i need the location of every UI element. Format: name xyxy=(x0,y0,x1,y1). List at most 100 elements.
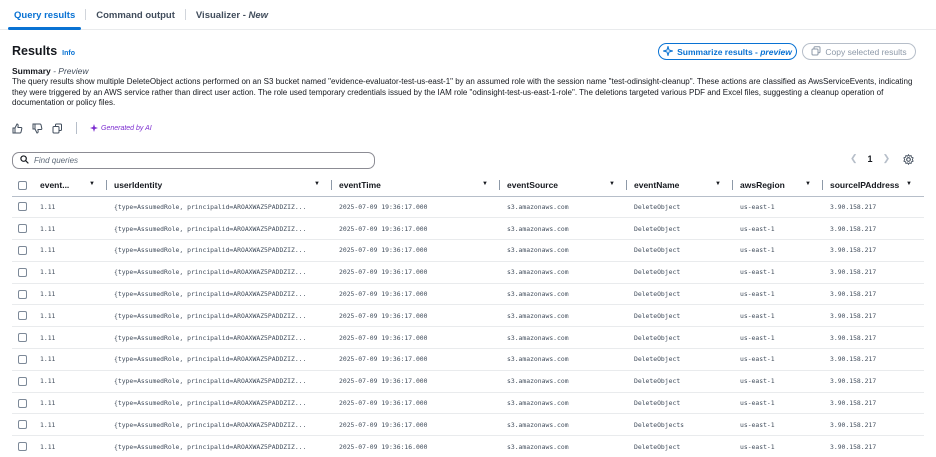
tab-label: Visualizer - xyxy=(195,9,246,21)
cell-eventname: DeleteObject xyxy=(627,283,733,306)
search-input[interactable] xyxy=(34,156,354,165)
row-checkbox[interactable] xyxy=(12,283,33,306)
ai-sparkle-icon xyxy=(90,124,98,132)
summary-text: The query results show multiple DeleteOb… xyxy=(12,77,913,107)
table-row[interactable]: 1.11 {type=AssumedRole, principalid=AROAX… xyxy=(12,370,924,393)
column-header-eventversion[interactable]: event... ▼ xyxy=(33,174,107,197)
cell-eventsource: s3.amazonaws.com xyxy=(500,370,627,393)
summarize-results-button[interactable]: Summarize results - preview xyxy=(658,43,797,60)
cell-eventsource: s3.amazonaws.com xyxy=(500,392,627,415)
thumbs-up-icon[interactable] xyxy=(12,122,23,134)
chevron-right-icon[interactable]: ❯ xyxy=(883,153,891,164)
row-checkbox[interactable] xyxy=(12,326,33,350)
cell-awsregion: us-east-1 xyxy=(733,283,823,306)
pagination: ❮ 1 ❯ xyxy=(850,153,890,164)
cell-useridentity: {type=AssumedRole, principalid=AROAXWAZ5… xyxy=(107,217,332,241)
tab-visualizer[interactable]: Visualizer - New xyxy=(186,0,278,30)
search-icon xyxy=(20,155,29,166)
gear-icon[interactable] xyxy=(903,153,914,167)
cell-eventsource: s3.amazonaws.com xyxy=(500,348,627,371)
cell-eventversion: 1.11 xyxy=(33,413,107,437)
cell-useridentity: {type=AssumedRole, principalid=AROAXWAZ5… xyxy=(107,326,332,350)
cell-sourceipaddress: 3.90.158.217 xyxy=(823,261,924,284)
page-number[interactable]: 1 xyxy=(868,154,873,164)
cell-useridentity: {type=AssumedRole, principalid=AROAXWAZ5… xyxy=(107,370,332,393)
cell-eventtime: 2025-07-09 19:36:17.000 xyxy=(332,326,500,350)
cell-eventversion: 1.11 xyxy=(33,326,107,350)
results-title: Results xyxy=(12,44,58,58)
cell-eventsource: s3.amazonaws.com xyxy=(500,326,627,350)
row-checkbox[interactable] xyxy=(12,435,33,457)
cell-useridentity: {type=AssumedRole, principalid=AROAXWAZ5… xyxy=(107,435,332,457)
cell-sourceipaddress: 3.90.158.217 xyxy=(823,304,924,328)
find-queries-search xyxy=(12,152,375,169)
cell-eventtime: 2025-07-09 19:36:17.000 xyxy=(332,392,500,415)
copy-selected-results-button[interactable]: Copy selected results xyxy=(802,43,916,60)
table-row[interactable]: 1.11 {type=AssumedRole, principalid=AROAX… xyxy=(12,435,924,457)
row-checkbox[interactable] xyxy=(12,392,33,415)
cell-eventsource: s3.amazonaws.com xyxy=(500,261,627,284)
column-header-awsregion[interactable]: awsRegion ▼ xyxy=(733,174,823,197)
table-row[interactable]: 1.11 {type=AssumedRole, principalid=AROAX… xyxy=(12,304,924,328)
cell-eventname: DeleteObjects xyxy=(627,413,733,437)
row-checkbox[interactable] xyxy=(12,370,33,393)
select-all-checkbox[interactable] xyxy=(12,174,33,197)
cell-eventtime: 2025-07-09 19:36:17.000 xyxy=(332,261,500,284)
copy-icon[interactable] xyxy=(52,123,63,134)
column-header-eventsource[interactable]: eventSource ▼ xyxy=(500,174,627,197)
tab-query-results[interactable]: Query results xyxy=(4,0,85,30)
generated-by-ai-text: Generated by AI xyxy=(101,124,152,132)
summary-preview-tag: - Preview xyxy=(50,66,89,76)
cell-sourceipaddress: 3.90.158.217 xyxy=(823,348,924,371)
table-row[interactable]: 1.11 {type=AssumedRole, principalid=AROAX… xyxy=(12,239,924,262)
column-header-eventtime[interactable]: eventTime ▼ xyxy=(332,174,500,197)
row-checkbox[interactable] xyxy=(12,196,33,219)
cell-eventversion: 1.11 xyxy=(33,370,107,393)
row-checkbox[interactable] xyxy=(12,217,33,241)
cell-useridentity: {type=AssumedRole, principalid=AROAXWAZ5… xyxy=(107,261,332,284)
copy-icon xyxy=(811,45,821,58)
row-checkbox[interactable] xyxy=(12,261,33,284)
info-link[interactable]: Info xyxy=(62,50,75,57)
cell-eventtime: 2025-07-09 19:36:17.000 xyxy=(332,239,500,262)
cell-eventname: DeleteObject xyxy=(627,217,733,241)
cell-sourceipaddress: 3.90.158.217 xyxy=(823,196,924,219)
table-row[interactable]: 1.11 {type=AssumedRole, principalid=AROAX… xyxy=(12,413,924,437)
column-header-eventname[interactable]: eventName ▼ xyxy=(627,174,733,197)
table-row[interactable]: 1.11 {type=AssumedRole, principalid=AROAX… xyxy=(12,283,924,306)
row-checkbox[interactable] xyxy=(12,348,33,371)
row-checkbox[interactable] xyxy=(12,304,33,328)
column-header-useridentity[interactable]: userIdentity ▼ xyxy=(107,174,332,197)
thumbs-down-icon[interactable] xyxy=(32,123,43,134)
table-header-row: event... ▼ userIdentity ▼ eventTime ▼ event… xyxy=(12,174,924,197)
sparkle-icon xyxy=(661,44,675,58)
feedback-divider xyxy=(76,122,77,134)
cell-sourceipaddress: 3.90.158.217 xyxy=(823,283,924,306)
cell-eventtime: 2025-07-09 19:36:17.000 xyxy=(332,196,500,219)
cell-useridentity: {type=AssumedRole, principalid=AROAXWAZ5… xyxy=(107,304,332,328)
table-row[interactable]: 1.11 {type=AssumedRole, principalid=AROAX… xyxy=(12,392,924,415)
table-row[interactable]: 1.11 {type=AssumedRole, principalid=AROAX… xyxy=(12,326,924,350)
cell-sourceipaddress: 3.90.158.217 xyxy=(823,239,924,262)
cell-eventname: DeleteObject xyxy=(627,370,733,393)
cell-useridentity: {type=AssumedRole, principalid=AROAXWAZ5… xyxy=(107,392,332,415)
cell-eventname: DeleteObject xyxy=(627,196,733,219)
cell-awsregion: us-east-1 xyxy=(733,326,823,350)
tab-label: Command output xyxy=(96,9,175,21)
table-row[interactable]: 1.11 {type=AssumedRole, principalid=AROAX… xyxy=(12,196,924,219)
results-header: Results Info xyxy=(12,44,75,58)
summarize-label: Summarize results - xyxy=(677,46,761,57)
row-checkbox[interactable] xyxy=(12,413,33,437)
cell-awsregion: us-east-1 xyxy=(733,370,823,393)
tab-new-badge: New xyxy=(248,9,269,21)
cell-eventsource: s3.amazonaws.com xyxy=(500,217,627,241)
table-row[interactable]: 1.11 {type=AssumedRole, principalid=AROAX… xyxy=(12,217,924,241)
table-row[interactable]: 1.11 {type=AssumedRole, principalid=AROAX… xyxy=(12,348,924,371)
table-row[interactable]: 1.11 {type=AssumedRole, principalid=AROAX… xyxy=(12,261,924,284)
cell-awsregion: us-east-1 xyxy=(733,435,823,457)
column-header-sourceipaddress[interactable]: sourceIPAddress ▼ xyxy=(823,174,924,197)
chevron-left-icon[interactable]: ❮ xyxy=(850,153,858,164)
cell-eventsource: s3.amazonaws.com xyxy=(500,196,627,219)
row-checkbox[interactable] xyxy=(12,239,33,262)
tab-command-output[interactable]: Command output xyxy=(86,0,185,30)
